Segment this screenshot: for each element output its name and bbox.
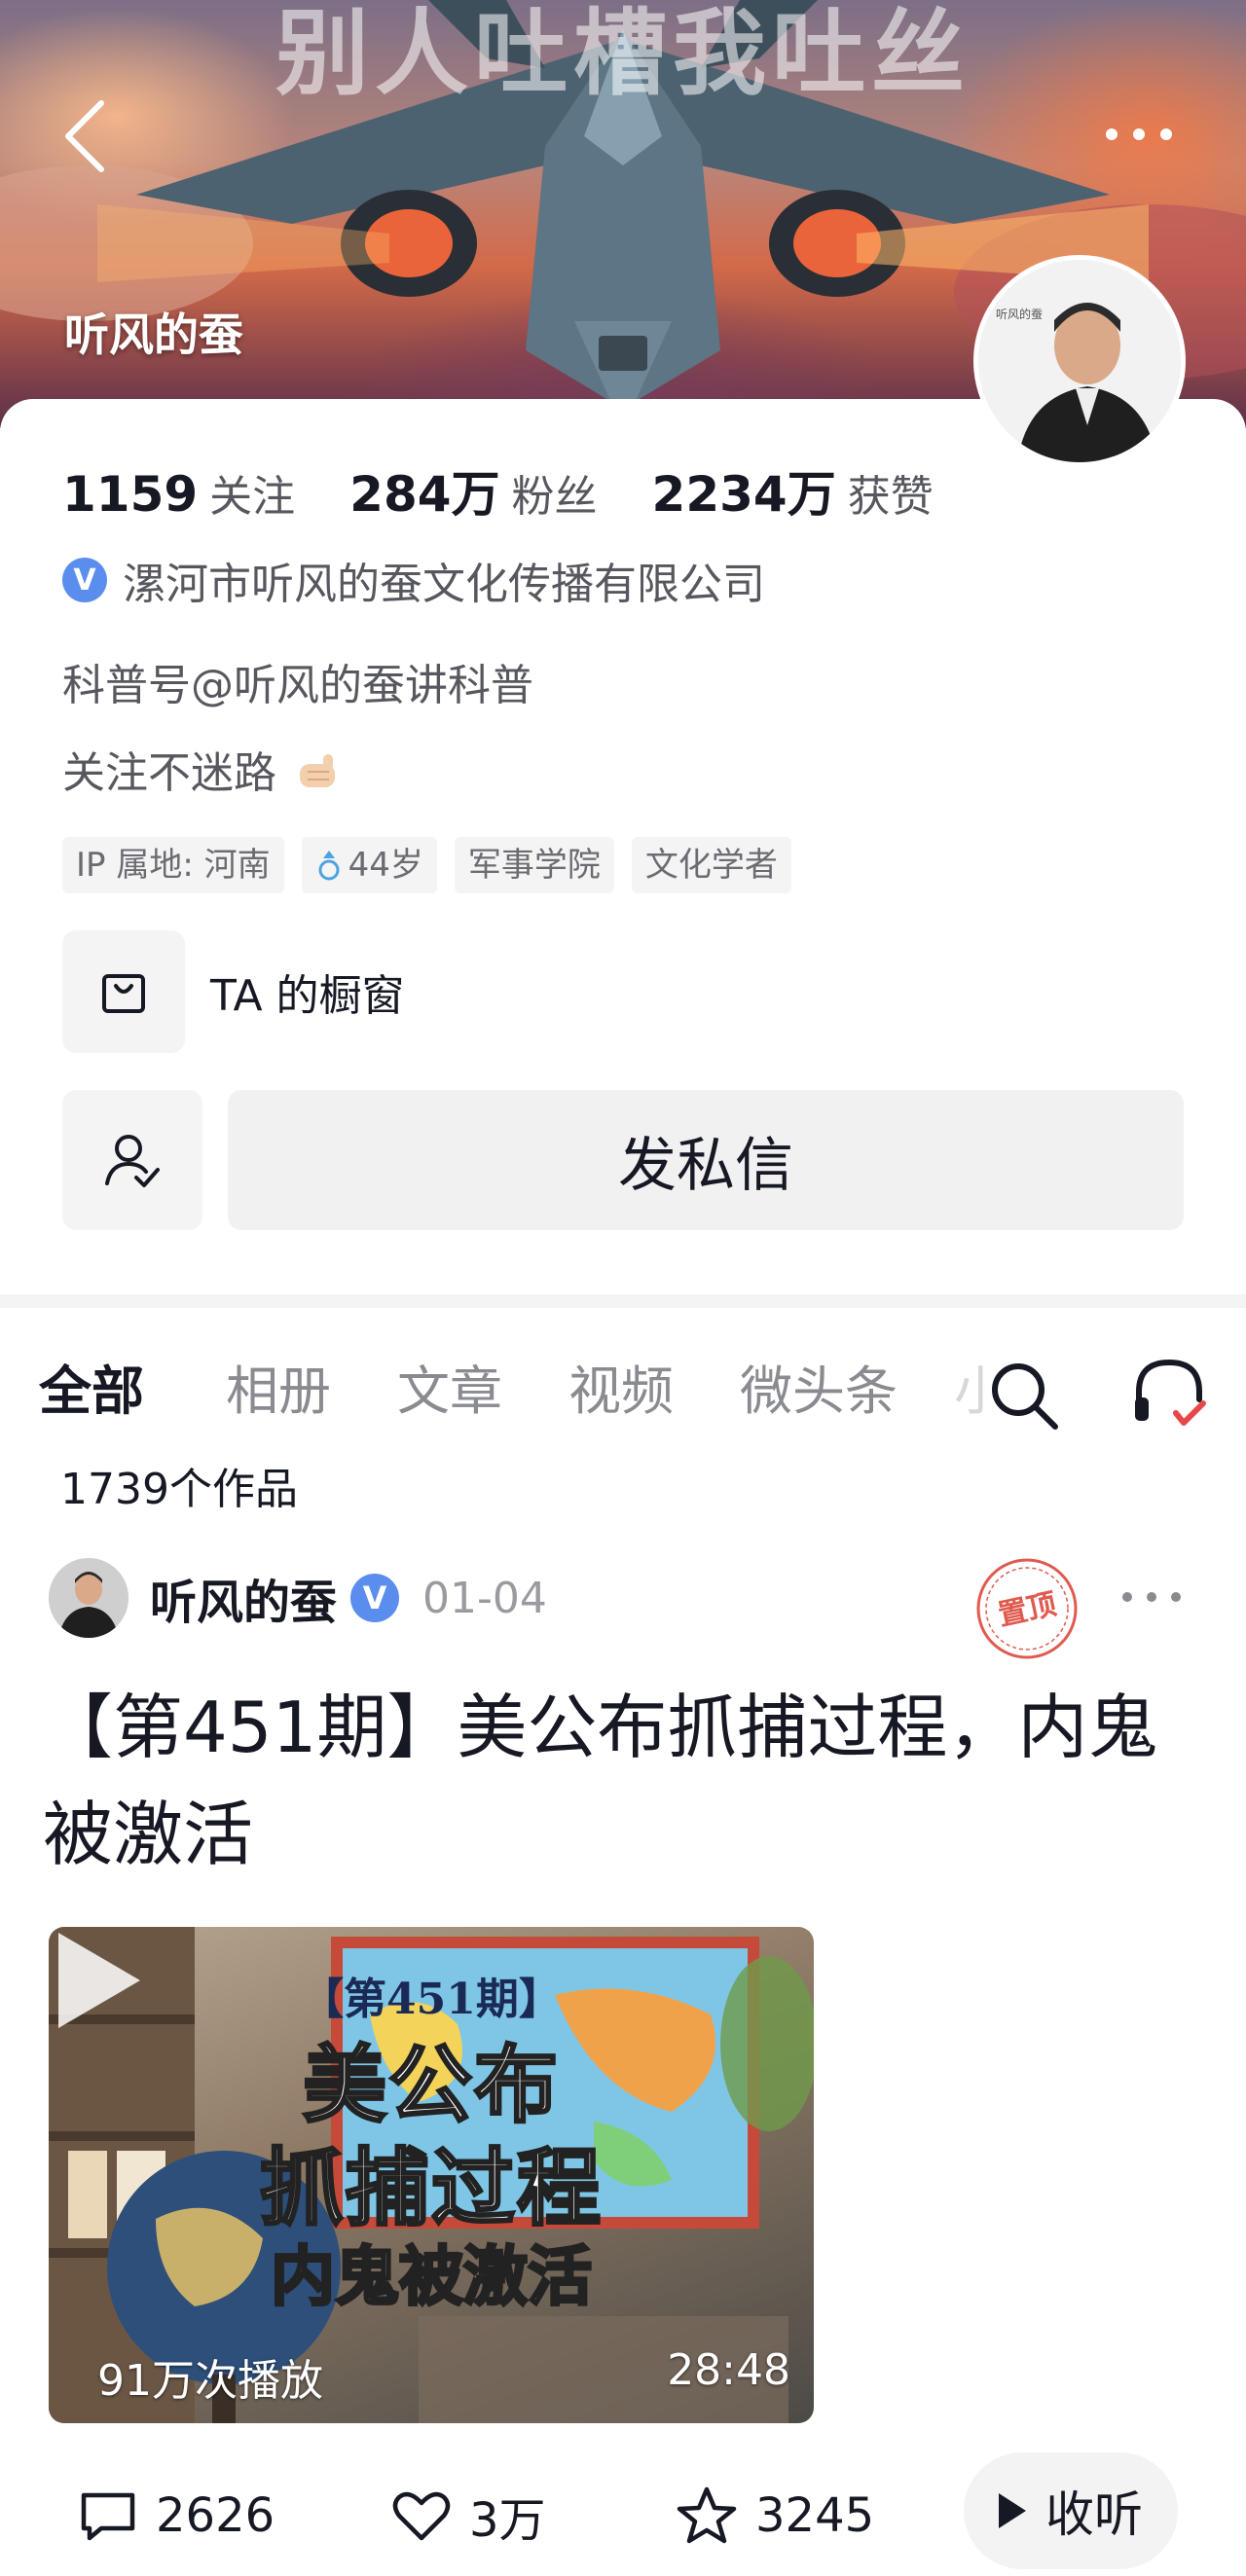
stat-followers-value: 284万 <box>349 466 500 523</box>
tag-age: 44岁 <box>301 837 437 893</box>
play-triangle-icon <box>999 2493 1026 2528</box>
banner-slogan: 别人吐槽我吐丝 <box>275 0 971 107</box>
search-icon[interactable] <box>987 1359 1061 1433</box>
pinned-label: 置顶 <box>995 1587 1059 1633</box>
verified-badge-icon: V <box>62 558 107 602</box>
like-button[interactable]: 3万 <box>391 2462 546 2569</box>
tag-occupation: 文化学者 <box>631 837 791 893</box>
headphones-listen-icon[interactable] <box>1129 1353 1209 1433</box>
bio-line-2: 关注不迷路 <box>62 738 343 800</box>
favorite-count: 3245 <box>755 2488 875 2543</box>
post-title[interactable]: 【第451期】美公布抓捕过程，内鬼被激活 <box>43 1674 1201 1888</box>
post-header: 听风的蚕 V 01-04 <box>49 1557 547 1639</box>
post-author-name[interactable]: 听风的蚕 <box>150 1564 337 1632</box>
svg-text:听风的蚕: 听风的蚕 <box>996 307 1043 321</box>
avatar-portrait: 听风的蚕 <box>978 260 1181 462</box>
shopping-bag-icon <box>102 974 145 1013</box>
back-arrow-icon[interactable] <box>58 97 113 175</box>
post-more-dots-icon[interactable] <box>1118 1582 1186 1612</box>
tab-all[interactable]: 全部 <box>39 1343 144 1440</box>
listen-button[interactable]: 收听 <box>964 2452 1178 2569</box>
stat-likes[interactable]: 2234万 获赞 <box>652 455 934 526</box>
verification-row: V 漯河市听风的蚕文化传播有限公司 <box>62 551 765 609</box>
heart-icon <box>392 2491 451 2541</box>
post-author-avatar[interactable] <box>49 1558 128 1638</box>
bio-line-1: 科普号@听风的蚕讲科普 <box>62 661 533 710</box>
video-headline-3: 内鬼被激活 <box>270 2238 594 2316</box>
tab-albums[interactable]: 相册 <box>226 1343 331 1440</box>
profile-stats: 1159 关注 284万 粉丝 2234万 获赞 <box>62 455 988 524</box>
post-verified-badge-icon: V <box>350 1574 400 1622</box>
shop-window-label: TA 的橱窗 <box>210 971 405 1021</box>
verification-text: 漯河市听风的蚕文化传播有限公司 <box>123 560 765 609</box>
stat-following-label: 关注 <box>209 472 296 522</box>
more-dots-icon[interactable] <box>1100 115 1178 154</box>
stat-following[interactable]: 1159 关注 <box>62 461 295 524</box>
send-message-button[interactable]: 发私信 <box>228 1090 1184 1230</box>
pinned-stamp: 置顶 <box>973 1555 1081 1662</box>
tab-videos[interactable]: 视频 <box>568 1343 674 1440</box>
stat-following-value: 1159 <box>62 466 199 523</box>
favorite-button[interactable]: 3245 <box>676 2462 874 2569</box>
profile-tags: IP 属地: 河南 44岁 军事学院 文化学者 <box>62 837 791 893</box>
stat-followers[interactable]: 284万 粉丝 <box>349 455 597 526</box>
stat-followers-label: 粉丝 <box>511 472 598 522</box>
tag-school: 军事学院 <box>454 837 614 893</box>
bio-line-2-text: 关注不迷路 <box>62 748 276 798</box>
video-duration: 28:48 <box>667 2345 790 2395</box>
section-divider <box>0 1294 1246 1308</box>
stat-likes-value: 2234万 <box>651 466 836 523</box>
shop-window-entry[interactable]: TA 的橱窗 <box>62 930 405 1053</box>
profile-avatar[interactable]: 听风的蚕 <box>973 255 1186 467</box>
banner-username: 听风的蚕 <box>64 308 243 361</box>
profile-actions: 发私信 <box>62 1090 1184 1230</box>
thumbs-hand-emoji-icon <box>300 754 335 787</box>
post-date: 01-04 <box>422 1573 547 1623</box>
star-icon <box>677 2486 737 2544</box>
listen-label: 收听 <box>1045 2486 1143 2543</box>
video-play-count: 91万次播放 <box>97 2356 323 2406</box>
stat-likes-label: 获赞 <box>847 472 934 522</box>
comment-button[interactable]: 2626 <box>78 2462 275 2569</box>
tab-articles[interactable]: 文章 <box>397 1343 502 1440</box>
tag-ip-location: IP 属地: 河南 <box>62 837 284 893</box>
video-thumbnail[interactable]: 【第451期】 美公布 抓捕过程 内鬼被激活 91万次播放 28:48 <box>49 1927 814 2423</box>
tab-micro-posts[interactable]: 微头条 <box>740 1343 898 1440</box>
shop-box <box>62 930 185 1053</box>
user-check-icon <box>105 1135 160 1187</box>
tag-age-text: 44岁 <box>348 846 423 885</box>
video-headline-2: 抓捕过程 <box>259 2139 603 2239</box>
followed-status-button[interactable] <box>62 1090 202 1230</box>
comment-icon <box>81 2492 135 2541</box>
like-count: 3万 <box>469 2493 546 2548</box>
play-icon[interactable] <box>49 1927 146 2034</box>
post-avatar-portrait <box>49 1558 128 1638</box>
comment-count: 2626 <box>156 2488 275 2543</box>
male-gender-icon <box>318 851 340 881</box>
works-count: 1739个作品 <box>60 1465 298 1514</box>
tab-overflow-hint[interactable]: 小 <box>954 1343 983 1440</box>
pinned-stamp-icon: 置顶 <box>976 1558 1078 1659</box>
